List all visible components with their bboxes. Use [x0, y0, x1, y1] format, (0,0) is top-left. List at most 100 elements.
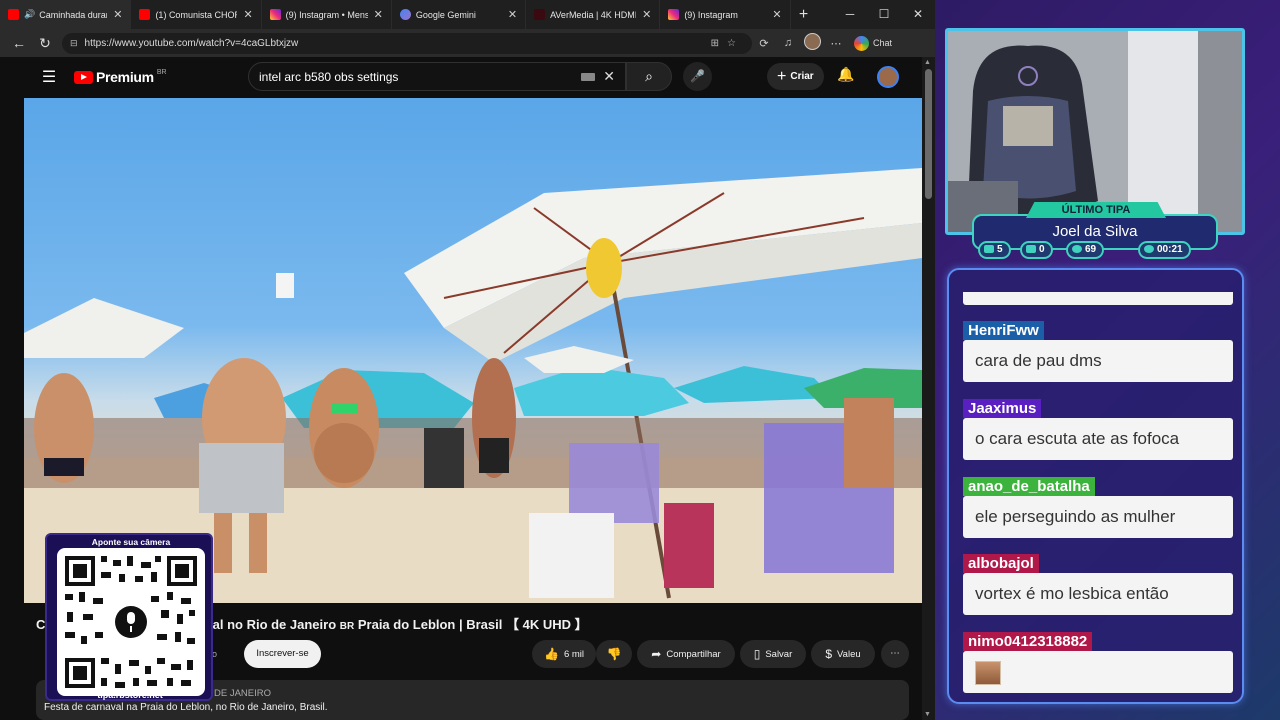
youtube-icon [1026, 245, 1036, 253]
clear-search-icon[interactable]: ✕ [603, 68, 615, 85]
window-controls: ─ ☐ ✕ [833, 0, 935, 29]
tab-label: (9) Instagram [684, 9, 738, 20]
close-tab-icon[interactable]: ✕ [113, 8, 122, 21]
chat-message: anao_de_batalha ele perseguindo as mulhe… [963, 477, 1233, 538]
copilot-icon [854, 35, 869, 51]
search-icon: ⌕ [645, 68, 653, 84]
speaker-icon: 🔊 [24, 9, 36, 19]
stream-stats: 5 0 69 00:21 [978, 241, 1208, 259]
create-button[interactable]: + Criar [767, 63, 824, 90]
title-flag: BR [339, 621, 355, 632]
chat-text: ele perseguindo as mulher [963, 496, 1233, 538]
youtube-icon [139, 9, 151, 20]
subscribe-button[interactable]: Inscrever-se [244, 640, 321, 668]
video-player[interactable] [24, 98, 922, 603]
scroll-up-icon[interactable]: ▲ [924, 59, 931, 66]
stat-youtube: 0 [1020, 241, 1053, 259]
url-text: https://www.youtube.com/watch?v=4caGLbtx… [84, 37, 299, 49]
chat-text: vortex é mo lesbica então [963, 573, 1233, 615]
url-field[interactable]: ⊟ https://www.youtube.com/watch?v=4caGLb… [62, 32, 752, 54]
description-meta: DE JANEIRO [214, 688, 272, 699]
close-tab-icon[interactable]: ✕ [374, 8, 383, 21]
copilot-chat-button[interactable]: Chat [854, 35, 892, 51]
save-label: Salvar [765, 649, 793, 660]
qr-code-overlay: Aponte sua câmera [45, 533, 213, 701]
tab-label: AVerMedia | 4K HDMI [550, 9, 637, 20]
chat-username: anao_de_batalha [963, 477, 1095, 496]
reload-icon[interactable]: ↻ [32, 35, 58, 52]
thanks-button[interactable]: $ Valeu [811, 640, 875, 668]
search-button[interactable]: ⌕ [626, 62, 672, 91]
tab-label: Caminhada duran [39, 9, 108, 20]
youtube-header: ☰ Premium BR intel arc b580 obs settings… [24, 57, 922, 97]
new-tab-button[interactable]: + [791, 6, 817, 24]
minimize-icon[interactable]: ─ [833, 0, 867, 29]
thumbs-down-icon: 👎 [606, 647, 622, 661]
chat-icon [984, 245, 994, 253]
share-icon: ➦ [651, 647, 662, 661]
create-label: Criar [790, 71, 814, 82]
page-scrollbar[interactable]: ▲ ▼ [922, 57, 935, 720]
stat-youtube-value: 0 [1039, 244, 1045, 255]
like-button[interactable]: 👍 6 mil [532, 640, 596, 668]
close-tab-icon[interactable]: ✕ [508, 8, 517, 21]
qr-code-image [65, 556, 197, 688]
chat-username: Jaaximus [963, 399, 1042, 418]
gaming-chair-illustration [948, 31, 1242, 232]
thanks-icon: $ [825, 647, 833, 661]
stat-clock-value: 00:21 [1157, 244, 1183, 255]
site-info-icon[interactable]: ⊟ [70, 38, 78, 49]
more-icon[interactable]: ⋯ [824, 37, 848, 50]
chat-text: o cara escuta ate as fofoca [963, 418, 1233, 460]
title-prefix: C [36, 617, 46, 632]
tab-google-gemini[interactable]: Google Gemini ✕ [392, 0, 527, 29]
hamburger-menu-icon[interactable]: ☰ [24, 67, 74, 87]
instagram-icon [668, 9, 680, 20]
media-icon[interactable]: ♫ [776, 37, 800, 49]
dislike-button[interactable]: 👎 [596, 640, 632, 668]
avermedia-icon [534, 9, 546, 20]
tab-instagram[interactable]: (9) Instagram ✕ [660, 0, 791, 29]
bookmark-icon: ▯ [753, 647, 761, 661]
extensions-icon[interactable]: ⟳ [752, 37, 776, 50]
clock-icon [1144, 245, 1154, 253]
tab-youtube-comunista[interactable]: (1) Comunista CHORA ✕ [131, 0, 262, 29]
chat-text: cara de pau dms [963, 340, 1233, 382]
close-window-icon[interactable]: ✕ [901, 0, 935, 29]
back-icon[interactable]: ← [6, 35, 32, 51]
stat-chat-value: 5 [997, 244, 1003, 255]
close-tab-icon[interactable]: ✕ [243, 8, 252, 21]
url-actions-icon[interactable]: ⊞☆ [711, 38, 744, 49]
chat-emote [975, 660, 1001, 685]
scrollbar-thumb[interactable] [925, 69, 932, 199]
address-bar: ← ↻ ⊟ https://www.youtube.com/watch?v=4c… [0, 29, 935, 57]
close-tab-icon[interactable]: ✕ [772, 8, 781, 21]
title-main: val no Rio de Janeiro [205, 617, 337, 632]
scroll-down-icon[interactable]: ▼ [924, 711, 931, 718]
close-tab-icon[interactable]: ✕ [642, 8, 651, 21]
youtube-logo[interactable]: Premium BR [74, 69, 167, 85]
profile-avatar[interactable] [800, 33, 824, 53]
account-avatar[interactable] [877, 66, 899, 88]
chat-message: Jaaximus o cara escuta ate as fofoca [963, 399, 1233, 460]
keyboard-icon[interactable] [581, 72, 596, 81]
chat-username: albobajol [963, 554, 1039, 573]
stat-clock: 00:21 [1138, 241, 1191, 259]
tab-avermedia[interactable]: AVerMedia | 4K HDMI ✕ [526, 0, 661, 29]
thanks-label: Valeu [837, 649, 861, 660]
search-input[interactable]: intel arc b580 obs settings ✕ [248, 62, 626, 91]
chat-message: nimo0412318882 [963, 632, 1233, 693]
notifications-bell-icon[interactable]: 🔔 [837, 66, 854, 83]
tab-youtube-caminhada[interactable]: 🔊 Caminhada duran ✕ [0, 0, 132, 29]
share-button[interactable]: ➦ Compartilhar [637, 640, 735, 668]
more-actions-button[interactable]: ⋯ [881, 640, 909, 668]
chat-text [963, 651, 1233, 693]
gemini-icon [399, 9, 411, 20]
voice-search-button[interactable]: 🎤 [683, 62, 712, 91]
microphone-icon: 🎤 [690, 69, 705, 83]
more-icon: ⋯ [890, 648, 900, 659]
tab-instagram-messages[interactable]: (9) Instagram • Mensa ✕ [262, 0, 392, 29]
maximize-icon[interactable]: ☐ [867, 0, 901, 29]
stat-tips-value: 69 [1085, 244, 1097, 255]
save-button[interactable]: ▯ Salvar [740, 640, 806, 668]
